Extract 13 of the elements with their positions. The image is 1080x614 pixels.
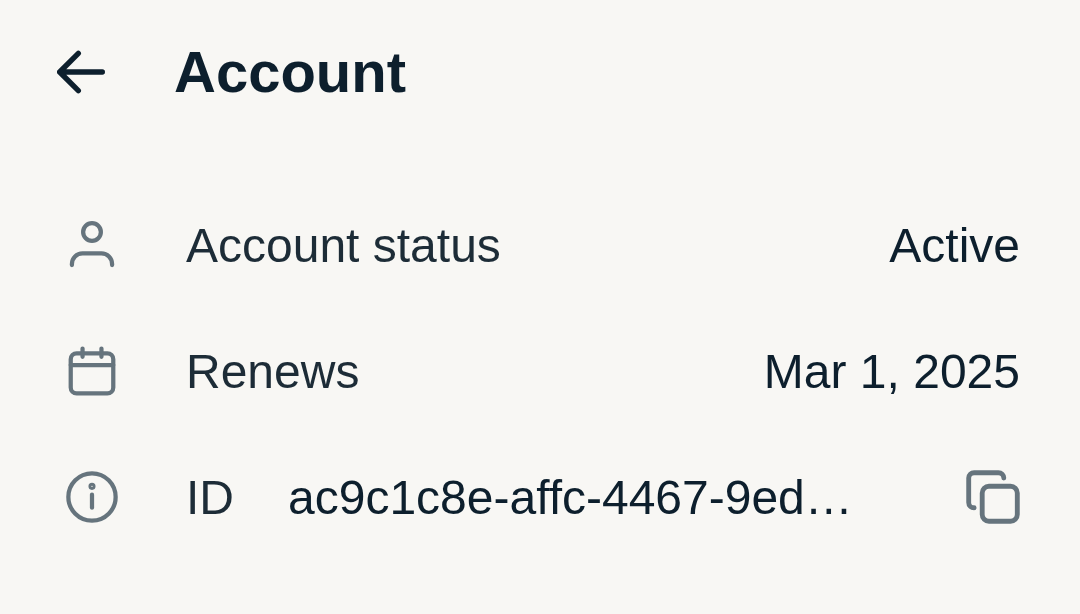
row-value: Active: [889, 217, 1020, 273]
copy-button[interactable]: [966, 470, 1020, 524]
copy-icon: [966, 470, 1020, 524]
row-label: Renews: [186, 343, 360, 399]
calendar-icon: [66, 345, 118, 397]
row-value: ac9c1c8e-affc-4467-9ed…: [288, 469, 853, 525]
row-label: Account status: [186, 217, 501, 273]
row-value: Mar 1, 2025: [763, 343, 1020, 399]
page-title: Account: [174, 38, 406, 107]
row-label: ID: [186, 469, 234, 525]
info-icon: [66, 471, 118, 523]
back-button[interactable]: [57, 48, 105, 96]
arrow-left-icon: [57, 48, 105, 96]
